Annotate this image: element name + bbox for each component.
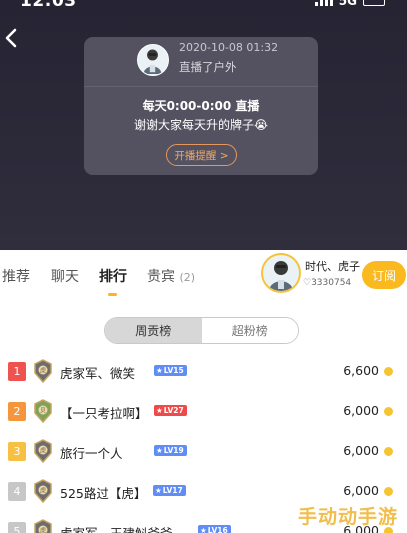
rank-number: 3 [8, 442, 26, 461]
fan-medal-icon: 虎 [33, 359, 53, 384]
fan-medal-icon: 贝 [33, 399, 53, 424]
user-name: 虎家军、王建斛爷爷 [60, 523, 173, 533]
level-label: LV17 [162, 486, 183, 495]
active-tab-indicator [108, 293, 117, 296]
host-fans: ♡3330754 [303, 278, 351, 288]
level-badge: ★ LV16 [198, 525, 231, 533]
network-label: 5G [338, 0, 357, 8]
subscribe-button[interactable]: 订阅 [362, 261, 406, 289]
star-icon: ★ [156, 366, 163, 375]
rank-number: 5 [8, 522, 26, 533]
thanks-text: 谢谢大家每天升的牌子😭 [133, 118, 269, 132]
rank-number: 1 [8, 362, 26, 381]
user-name: 旅行一个人 [60, 446, 123, 461]
host-info: 时代、虎子 ♡3330754 订阅 [261, 253, 407, 295]
contribution-score: 6,000 [343, 483, 379, 498]
fans-count: 3330754 [311, 278, 352, 288]
post-time: 2020-10-08 01:32 [179, 41, 279, 54]
live-reminder-button[interactable]: 开播提醒 > [166, 144, 237, 166]
contribution-score: 6,000 [343, 403, 379, 418]
heart-icon: ♡ [303, 278, 312, 288]
tab-vip[interactable]: 贵宾 (2) [147, 266, 195, 286]
level-label: LV16 [207, 526, 228, 533]
tab-vip-label: 贵宾 [147, 269, 175, 285]
stream-header: 12:03 5G 2020-10-08 01:32 直播了户外 每天0:00-0… [0, 0, 407, 250]
svg-text:虎: 虎 [40, 527, 46, 533]
contribution-score: 6,600 [343, 363, 379, 378]
tab-recommend[interactable]: 推荐 [2, 266, 30, 286]
post-status: 直播了户外 [179, 60, 237, 74]
level-badge: ★ LV27 [154, 405, 187, 416]
star-icon: ★ [155, 486, 162, 495]
tab-ranking[interactable]: 排行 [99, 266, 127, 286]
status-time: 12:03 [20, 0, 77, 11]
user-name: 虎家军、微笑 [60, 366, 136, 381]
host-name: 时代、虎子 [305, 260, 360, 273]
level-label: LV19 [163, 446, 184, 455]
ranking-row[interactable]: 1 虎 虎家军、微笑 ★ LV15 6,600 [0, 352, 407, 392]
rank-number: 4 [8, 482, 26, 501]
level-label: LV27 [163, 406, 184, 415]
star-icon: ★ [156, 406, 163, 415]
host-avatar[interactable] [261, 253, 301, 293]
divider [84, 86, 318, 87]
star-icon: ★ [156, 446, 163, 455]
svg-text:虎: 虎 [40, 447, 46, 455]
level-label: LV15 [163, 366, 184, 375]
coin-icon [384, 407, 393, 416]
star-icon: ★ [200, 526, 207, 533]
ranking-segment: 周贡榜 超粉榜 [104, 317, 299, 344]
svg-text:虎: 虎 [40, 487, 46, 495]
tab-vip-count: (2) [179, 271, 196, 284]
fan-medal-icon: 虎 [33, 439, 53, 464]
coin-icon [384, 487, 393, 496]
tab-chat[interactable]: 聊天 [51, 266, 79, 286]
back-button[interactable] [0, 26, 24, 50]
watermark-text: 手动动手游 [298, 506, 399, 528]
segment-super-fans[interactable]: 超粉榜 [201, 318, 298, 343]
signal-icon [314, 0, 333, 6]
rank-number: 2 [8, 402, 26, 421]
ranking-row[interactable]: 2 贝 【一只考拉啊】 ★ LV27 6,000 [0, 392, 407, 432]
level-badge: ★ LV17 [153, 485, 186, 496]
fan-medal-icon: 虎 [33, 479, 53, 504]
user-name: 【一只考拉啊】 [60, 406, 148, 421]
level-badge: ★ LV15 [154, 365, 187, 376]
battery-icon [363, 0, 385, 6]
schedule-text: 每天0:00-0:00 直播 [142, 99, 260, 113]
chevron-left-icon [5, 28, 17, 48]
user-name: 525路过【虎】 [60, 486, 147, 501]
contribution-score: 6,000 [343, 443, 379, 458]
level-badge: ★ LV19 [154, 445, 187, 456]
svg-text:虎: 虎 [40, 367, 46, 375]
segment-weekly[interactable]: 周贡榜 [105, 318, 202, 343]
avatar[interactable] [137, 44, 169, 76]
svg-text:贝: 贝 [40, 408, 46, 415]
fan-medal-icon: 虎 [33, 519, 53, 533]
status-indicators: 5G [314, 0, 385, 8]
coin-icon [384, 367, 393, 376]
coin-icon [384, 447, 393, 456]
ranking-row[interactable]: 3 虎 旅行一个人 ★ LV19 6,000 [0, 432, 407, 472]
live-schedule-card: 2020-10-08 01:32 直播了户外 每天0:00-0:00 直播 谢谢… [84, 37, 318, 175]
